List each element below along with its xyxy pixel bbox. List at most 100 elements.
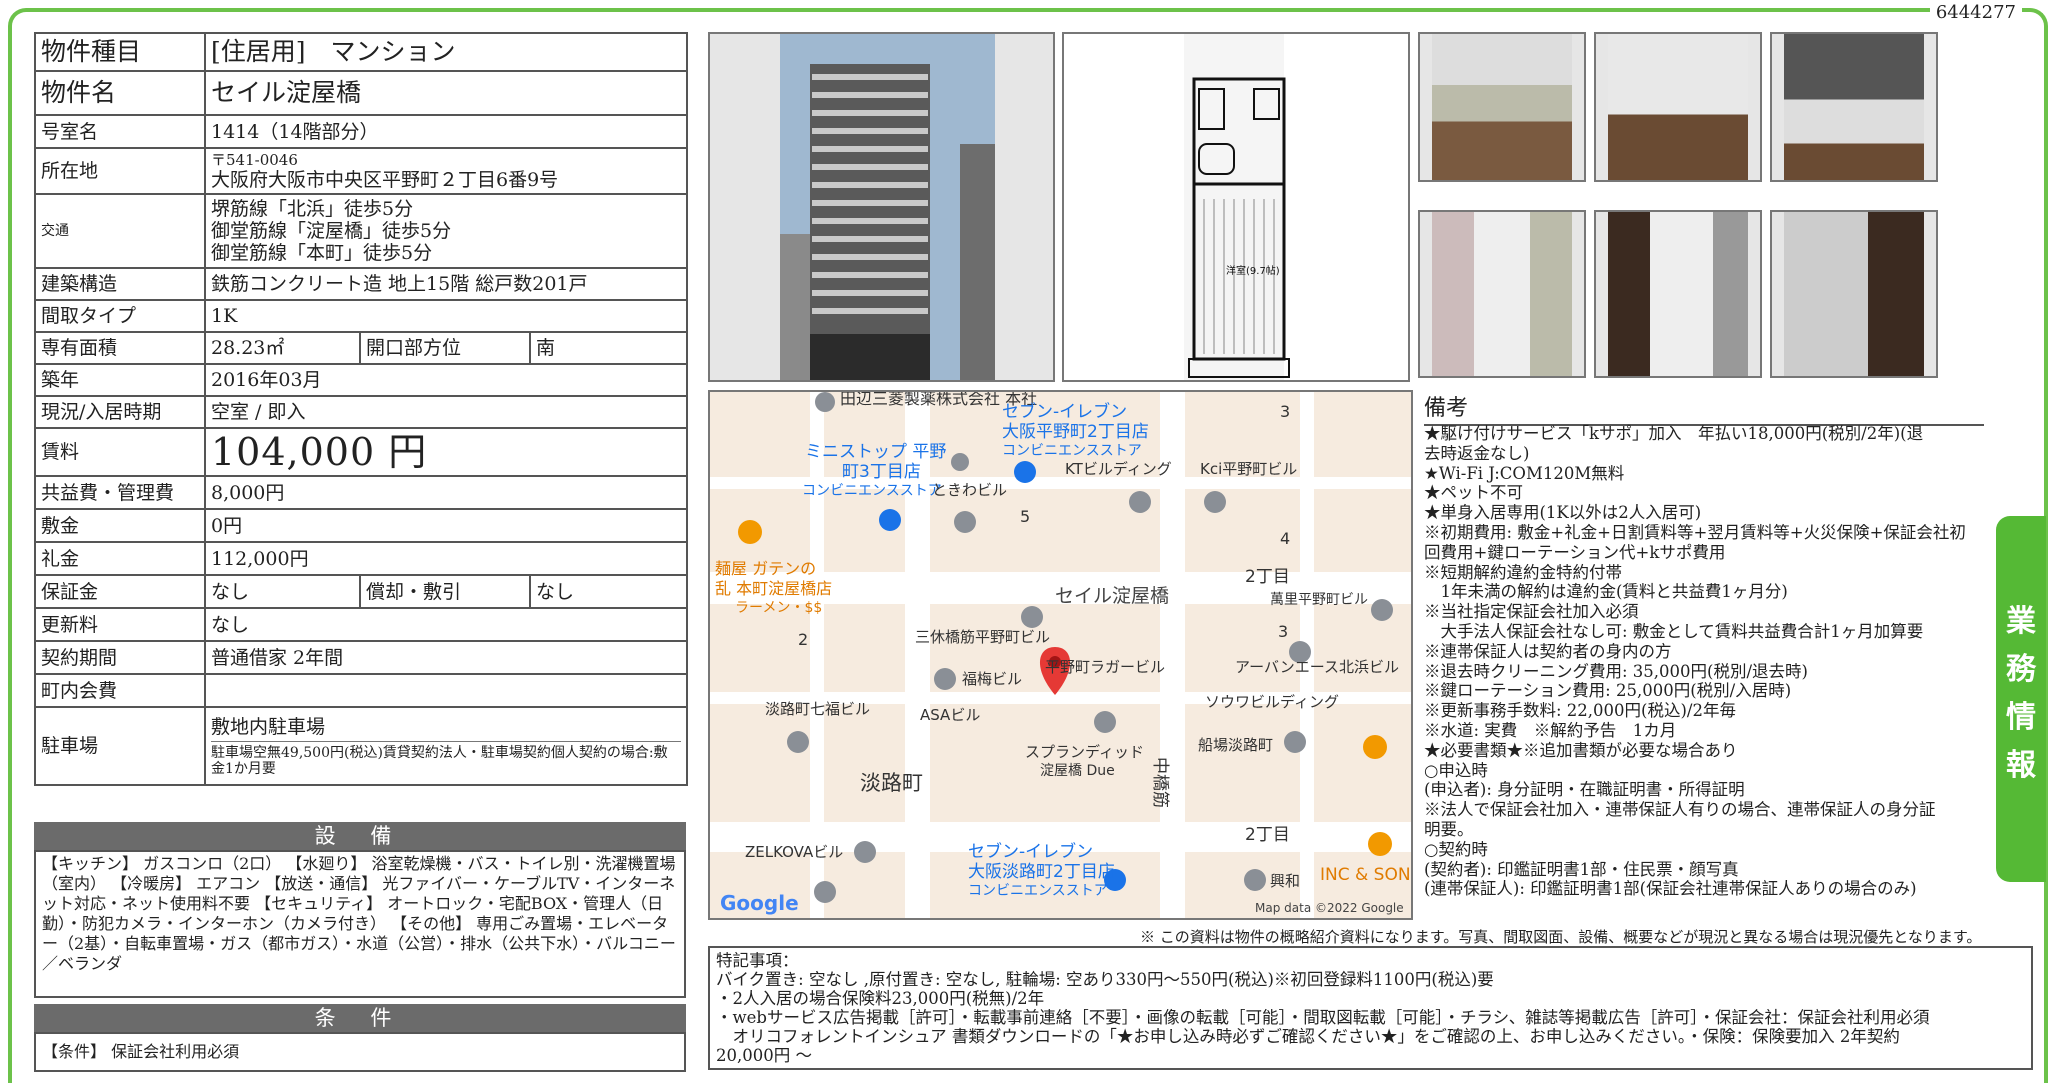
- map-label: INC & SONS: [1320, 865, 1411, 885]
- address-label: 所在地: [34, 147, 206, 195]
- note-line: (申込者): 身分証明・在職証明書・所得証明: [1424, 780, 1745, 800]
- town-value: [203, 673, 689, 708]
- special-line: オリコフォレントインシュア 書類ダウンロードの「★お申し込み時必ずご確認ください…: [716, 1027, 1900, 1046]
- map-label: 船場淡路町: [1198, 736, 1273, 754]
- map-label: 乱 本町淀屋橋店: [715, 579, 832, 598]
- map-label: 中橋筋: [1150, 757, 1170, 808]
- rent-label: 賃料: [34, 427, 206, 477]
- note-line: ★駆け付けサービス「kサポ」加入 年払い18,000円(税別/2年)(退: [1424, 424, 1924, 443]
- transport-line: 堺筋線「北浜」徒歩5分: [211, 198, 414, 220]
- fee-value: 8,000円: [203, 475, 689, 510]
- built-label: 築年: [34, 363, 206, 397]
- map-label: 2丁目: [1245, 825, 1290, 845]
- interior-photo-6[interactable]: [1770, 210, 1938, 378]
- map-label: 平野町ラガービル: [1045, 658, 1165, 676]
- map-label: 大阪淡路町2丁目店: [968, 862, 1115, 882]
- map-label: スプランディッド: [1025, 743, 1144, 761]
- room-label: 号室名: [34, 114, 206, 149]
- location-map[interactable]: 田辺三菱製薬株式会社 本社 セブン-イレブン 大阪平野町2丁目店 コンビニエンス…: [708, 390, 1413, 920]
- interior-photo-3[interactable]: [1770, 32, 1938, 182]
- map-label: セブン-イレブン: [968, 841, 1093, 862]
- note-line: ※当社指定保証会社加入必須: [1424, 602, 1639, 622]
- note-line: 去時返金なし): [1424, 443, 1530, 463]
- map-label: コンビニエンスストア: [802, 483, 942, 499]
- direction-value: 南: [528, 331, 689, 365]
- name-label: 物件名: [34, 70, 206, 116]
- parking-label: 駐車場: [34, 706, 206, 786]
- interior-photo-2[interactable]: [1594, 32, 1762, 182]
- property-spec-table: 物件種目 [住居用] マンション 物件名 セイル淀屋橋 号室名 1414（14階部分）…: [34, 32, 689, 786]
- business-info-tab[interactable]: 業務情報: [1996, 516, 2046, 882]
- layout-label: 間取タイプ: [34, 299, 206, 333]
- note-line: ※短期解約違約金特約付帯: [1424, 562, 1622, 582]
- parking-value: 敷地内駐車場: [211, 715, 326, 738]
- rent-value: 104,000 円: [203, 427, 689, 477]
- map-block-number: 3: [1278, 622, 1288, 641]
- map-label: 町3丁目店: [842, 462, 921, 482]
- map-label: Kci平野町ビル: [1200, 460, 1297, 478]
- map-label: KTビルディング: [1065, 460, 1172, 478]
- note-line: ※更新事務手数料: 22,000円(税込)/2年毎: [1424, 701, 1736, 721]
- transport-label: 交通: [34, 193, 206, 269]
- map-label: ZELKOVAビル: [745, 843, 843, 861]
- notes-title: 備考: [1424, 390, 1984, 426]
- map-label: ときわビル: [932, 481, 1007, 499]
- guarantee-value: なし: [204, 574, 361, 609]
- note-line: ※退去時クリーニング費用: 35,000円(税別/退去時): [1424, 661, 1808, 681]
- map-label: ソウワビルディング: [1205, 693, 1339, 711]
- area-label: 専有面積: [34, 331, 206, 365]
- deposit-value: 0円: [203, 508, 689, 543]
- facilities-title: 設 備: [34, 822, 686, 850]
- note-line: 1年未満の解約は違約金(賃料と共益費1ヶ月分): [1424, 582, 1788, 602]
- map-block-number: 3: [1280, 402, 1290, 421]
- special-line: バイク置き: 空なし ,原付置き: 空なし, 駐輪場: 空あり330円〜550円…: [716, 970, 1494, 989]
- map-label: 淡路町七福ビル: [765, 700, 870, 718]
- built-value: 2016年03月: [203, 363, 689, 397]
- map-label: セイル淀屋橋: [1055, 585, 1169, 607]
- document-id: 6444277: [1929, 2, 2022, 23]
- renewal-label: 更新料: [34, 607, 206, 642]
- note-line: (契約者): 印鑑証明書1部・住民票・顔写真: [1424, 859, 1739, 879]
- map-label: コンビニエンスストア: [968, 883, 1108, 899]
- map-label: ミニストップ 平野: [805, 442, 946, 462]
- map-block-number: 5: [1020, 507, 1030, 526]
- special-line: 特記事項：: [716, 951, 799, 970]
- map-block-number: 4: [1280, 529, 1290, 548]
- contract-value: 普通借家 2年間: [203, 640, 689, 675]
- room-value: 1414（14階部分）: [203, 114, 689, 149]
- map-label: 淀屋橋 Due: [1040, 763, 1115, 779]
- transport-line: 御堂筋線「淀屋橋」徒歩5分: [211, 220, 452, 242]
- interior-photo-5[interactable]: [1594, 210, 1762, 378]
- map-label: 麺屋 ガテンの: [715, 559, 816, 578]
- type-value: [住居用] マンション: [203, 32, 689, 72]
- type-label: 物件種目: [34, 32, 206, 72]
- contract-label: 契約期間: [34, 640, 206, 675]
- town-label: 町内会費: [34, 673, 206, 708]
- note-line: 大手法人保証会社なし可: 敷金として賃料共益費合計1ヶ月加算要: [1424, 621, 1924, 641]
- note-line: ★ペット不可: [1424, 483, 1523, 503]
- building-exterior-photo[interactable]: [708, 32, 1055, 382]
- interior-photo-1[interactable]: [1418, 32, 1586, 182]
- renewal-value: なし: [203, 607, 689, 642]
- note-line: ★単身入居専用(1K以外は2人入居可): [1424, 503, 1702, 523]
- map-label: コンビニエンスストア: [1002, 443, 1142, 459]
- keymoney-label: 礼金: [34, 541, 206, 576]
- note-line: ※初期費用: 敷金+礼金+日割賃料等+翌月賃料等+火災保険+保証会社初: [1424, 522, 1966, 542]
- interior-photo-4[interactable]: [1418, 210, 1586, 378]
- special-notes: 特記事項： バイク置き: 空なし ,原付置き: 空なし, 駐輪場: 空あり330…: [708, 946, 2033, 1070]
- note-line: ※水道: 実費 ※解約予告 1カ月: [1424, 720, 1677, 740]
- google-logo: Google: [720, 891, 799, 915]
- guarantee-label: 保証金: [34, 574, 206, 609]
- map-label: セブン-イレブン: [1002, 401, 1127, 422]
- conditions-text: 【条件】 保証会社利用必須: [34, 1032, 686, 1072]
- map-label: ラーメン・$$: [735, 600, 822, 616]
- conditions-title: 条 件: [34, 1004, 686, 1032]
- note-line: ※法人で保証会社加入・連帯保証人有りの場合、連帯保証人の身分証: [1424, 800, 1936, 820]
- floor-plan[interactable]: 洋室(9.7帖): [1062, 32, 1410, 382]
- facilities-text: 【キッチン】 ガスコンロ（2口） 【水廻り】 浴室乾燥機・バス・トイレ別・洗濯機…: [34, 850, 686, 998]
- map-label: 淡路町: [860, 771, 923, 795]
- status-label: 現況/入居時期: [34, 395, 206, 429]
- note-line: ★Wi-Fi J:COM120M無料: [1424, 463, 1625, 483]
- disclaimer: ※ この資料は物件の概略紹介資料になります。写真、間取図面、設備、概要などが現況…: [1140, 928, 1982, 946]
- address-value: 大阪府大阪市中央区平野町２丁目6番9号: [211, 168, 559, 191]
